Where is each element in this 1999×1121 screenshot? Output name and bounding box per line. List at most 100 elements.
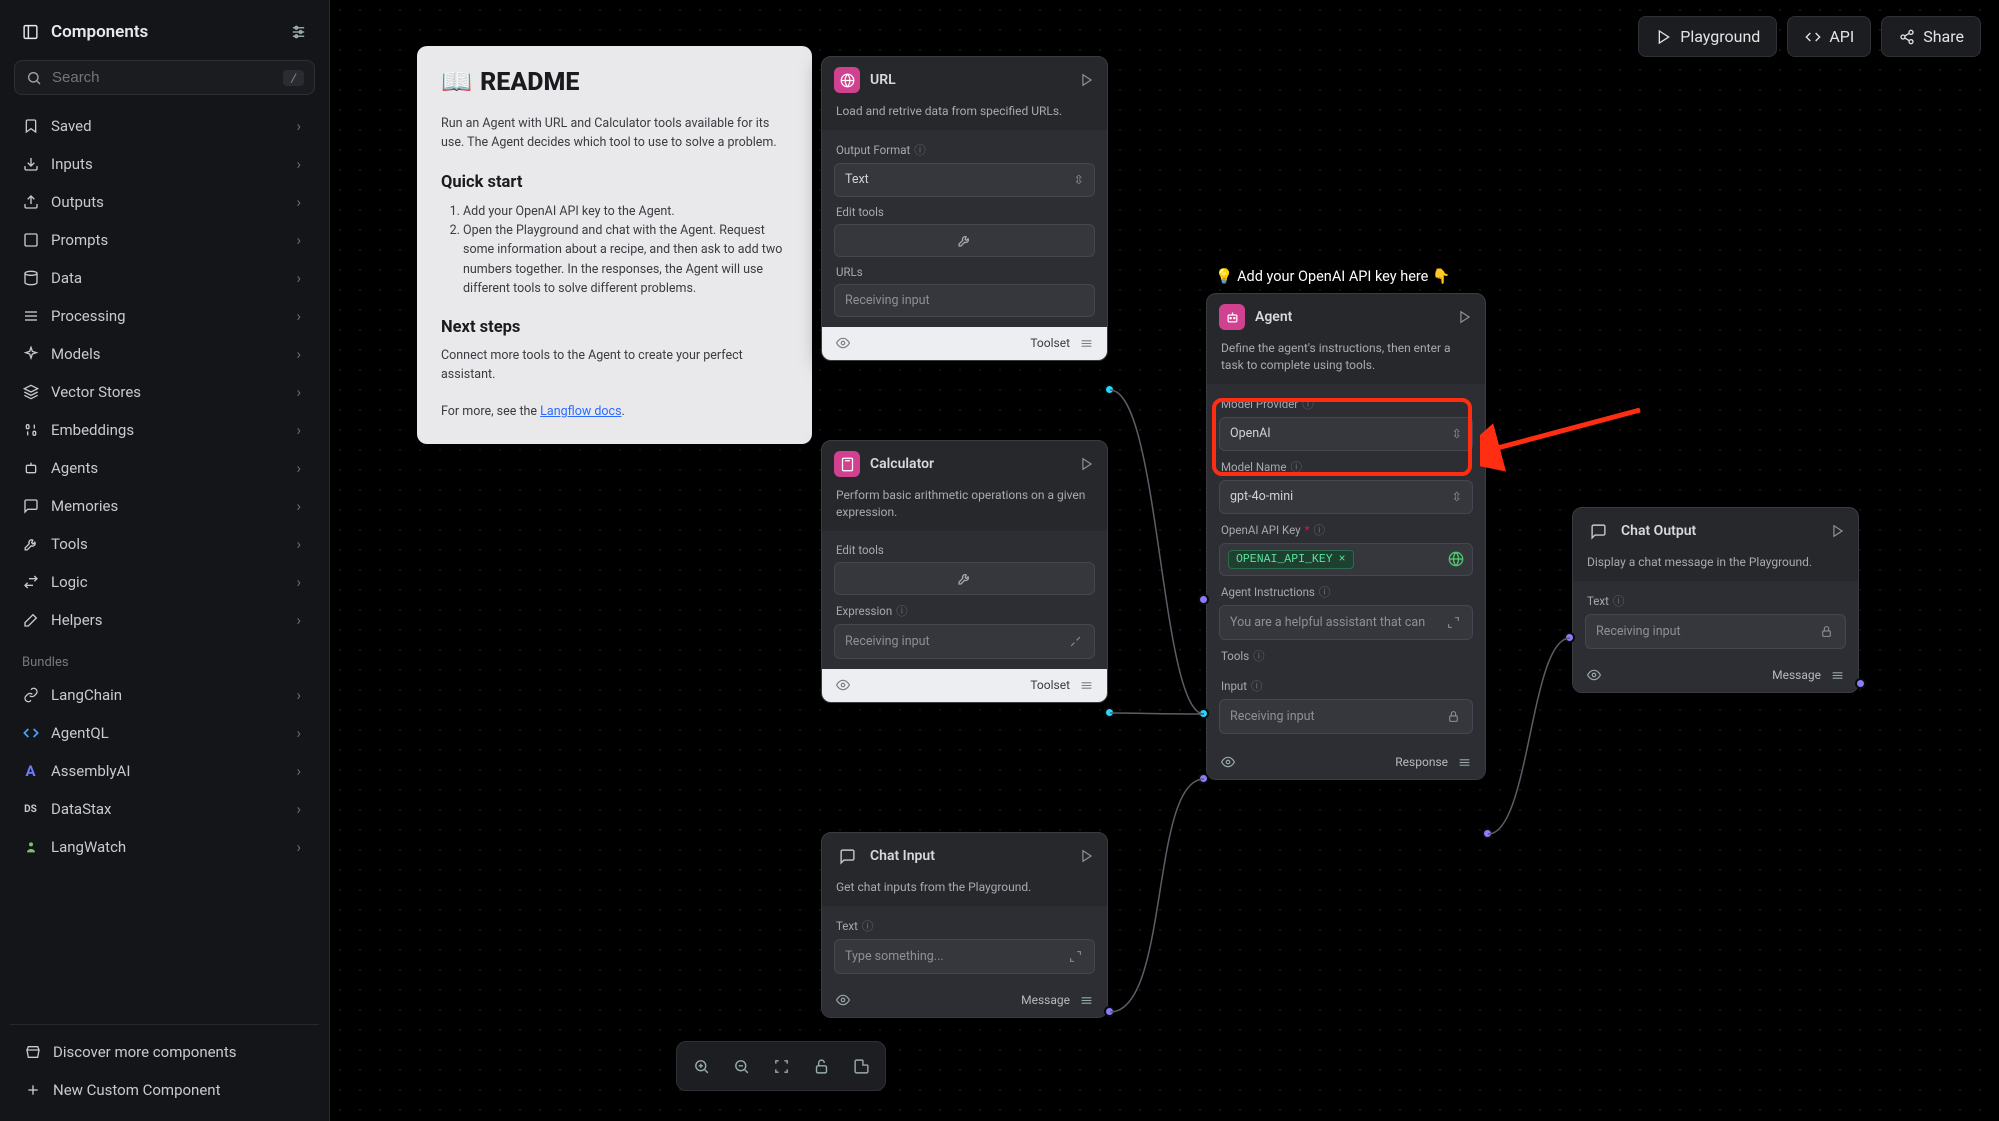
port-out[interactable] bbox=[1104, 384, 1115, 395]
sidebar-item-agents[interactable]: Agents› bbox=[10, 449, 313, 487]
chevron-right-icon: › bbox=[296, 497, 301, 515]
sidebar-item-data[interactable]: Data› bbox=[10, 259, 313, 297]
sliders-icon[interactable] bbox=[1829, 667, 1846, 684]
lock-button[interactable] bbox=[803, 1048, 839, 1084]
calculator-node[interactable]: Calculator Perform basic arithmetic oper… bbox=[821, 440, 1108, 703]
output-format-select[interactable]: Text ⇳ bbox=[834, 163, 1095, 197]
agent-node[interactable]: Agent Define the agent's instructions, t… bbox=[1206, 293, 1486, 780]
bundles-label: Bundles bbox=[10, 639, 313, 676]
run-icon[interactable] bbox=[1078, 456, 1095, 473]
run-icon[interactable] bbox=[1078, 72, 1095, 89]
sliders-icon[interactable] bbox=[1078, 992, 1095, 1009]
port-out[interactable] bbox=[1104, 707, 1115, 718]
urls-input[interactable]: Receiving input bbox=[834, 284, 1095, 317]
port-out[interactable] bbox=[1104, 1006, 1115, 1017]
discover-more[interactable]: Discover more components bbox=[12, 1033, 317, 1071]
sidebar-item-outputs[interactable]: Outputs› bbox=[10, 183, 313, 221]
upload-icon bbox=[22, 194, 39, 211]
chat-text-input[interactable]: Type something... bbox=[834, 939, 1095, 974]
zoom-in-button[interactable] bbox=[683, 1048, 719, 1084]
sidebar-item-helpers[interactable]: Helpers› bbox=[10, 601, 313, 639]
share-button[interactable]: Share bbox=[1881, 16, 1981, 57]
sidebar-item-tools[interactable]: Tools› bbox=[10, 525, 313, 563]
langflow-docs-link[interactable]: Langflow docs bbox=[540, 404, 621, 419]
edit-tools-button[interactable] bbox=[834, 562, 1095, 595]
search-input-wrap[interactable]: / bbox=[14, 60, 315, 95]
run-icon[interactable] bbox=[1456, 309, 1473, 326]
model-provider-select[interactable]: OpenAI ⇳ bbox=[1219, 417, 1473, 451]
edit-tools-button[interactable] bbox=[834, 224, 1095, 257]
chevron-right-icon: › bbox=[296, 762, 301, 780]
port-in[interactable] bbox=[1198, 773, 1209, 784]
swap-icon bbox=[22, 574, 39, 591]
eye-icon[interactable] bbox=[1585, 667, 1602, 684]
sidebar-item-memories[interactable]: Memories› bbox=[10, 487, 313, 525]
watchman-icon bbox=[22, 839, 39, 856]
bundle-item-langwatch[interactable]: LangWatch› bbox=[10, 828, 313, 866]
sidebar-item-vector-stores[interactable]: Vector Stores› bbox=[10, 373, 313, 411]
api-key-input[interactable]: OPENAI_API_KEY× bbox=[1219, 543, 1473, 576]
port-in[interactable] bbox=[1198, 594, 1209, 605]
globe-icon[interactable] bbox=[1447, 551, 1464, 568]
port-in[interactable] bbox=[1564, 632, 1575, 643]
book-icon: 📖 bbox=[441, 68, 472, 97]
chat-icon bbox=[839, 848, 856, 865]
wand-icon bbox=[22, 612, 39, 629]
info-icon: ⓘ bbox=[1251, 678, 1263, 694]
sliders-icon[interactable] bbox=[1078, 335, 1095, 352]
agent-instructions-input[interactable]: You are a helpful assistant that can bbox=[1219, 605, 1473, 640]
fit-view-button[interactable] bbox=[763, 1048, 799, 1084]
chevron-right-icon: › bbox=[296, 535, 301, 553]
expand-icon[interactable] bbox=[1067, 633, 1084, 650]
chat-input-node[interactable]: Chat Input Get chat inputs from the Play… bbox=[821, 832, 1108, 1018]
bundle-item-agentql[interactable]: AgentQL› bbox=[10, 714, 313, 752]
playground-button[interactable]: Playground bbox=[1638, 16, 1777, 57]
readme-node[interactable]: 📖README Run an Agent with URL and Calcul… bbox=[417, 46, 812, 444]
x-icon[interactable]: × bbox=[1339, 553, 1346, 566]
sidebar-item-processing[interactable]: Processing› bbox=[10, 297, 313, 335]
expression-input[interactable]: Receiving input bbox=[834, 624, 1095, 659]
sidebar-item-prompts[interactable]: Prompts› bbox=[10, 221, 313, 259]
canvas[interactable]: Playground API Share 📖README Run an Agen… bbox=[330, 0, 1999, 1121]
chat-output-node[interactable]: Chat Output Display a chat message in th… bbox=[1572, 507, 1859, 693]
zoom-out-button[interactable] bbox=[723, 1048, 759, 1084]
sidebar-item-logic[interactable]: Logic› bbox=[10, 563, 313, 601]
info-icon: ⓘ bbox=[862, 918, 874, 934]
output-text-input[interactable]: Receiving input bbox=[1585, 614, 1846, 649]
eye-icon[interactable] bbox=[1219, 754, 1236, 771]
port-out[interactable] bbox=[1855, 678, 1866, 689]
bundle-item-langchain[interactable]: LangChain› bbox=[10, 676, 313, 714]
sidebar-item-saved[interactable]: Saved› bbox=[10, 107, 313, 145]
bundle-item-assemblyai[interactable]: AAssemblyAI› bbox=[10, 752, 313, 790]
binary-icon bbox=[22, 422, 39, 439]
eye-icon[interactable] bbox=[834, 992, 851, 1009]
search-input[interactable] bbox=[52, 69, 273, 86]
agent-input[interactable]: Receiving input bbox=[1219, 699, 1473, 734]
model-name-select[interactable]: gpt-4o-mini ⇳ bbox=[1219, 480, 1473, 514]
chevron-right-icon: › bbox=[296, 724, 301, 742]
port-out[interactable] bbox=[1482, 828, 1493, 839]
url-node[interactable]: URL Load and retrive data from specified… bbox=[821, 56, 1108, 361]
hint-label: 💡Add your OpenAI API key here👇 bbox=[1215, 268, 1450, 285]
sidebar-item-embeddings[interactable]: Embeddings› bbox=[10, 411, 313, 449]
search-icon bbox=[25, 69, 42, 86]
api-button[interactable]: API bbox=[1787, 16, 1871, 57]
new-custom-component[interactable]: New Custom Component bbox=[12, 1071, 317, 1109]
sliders-icon[interactable] bbox=[1078, 677, 1095, 694]
download-icon bbox=[22, 156, 39, 173]
run-icon[interactable] bbox=[1829, 523, 1846, 540]
eye-icon[interactable] bbox=[834, 335, 851, 352]
eye-icon[interactable] bbox=[834, 677, 851, 694]
sidebar-item-models[interactable]: Models› bbox=[10, 335, 313, 373]
sidebar-item-inputs[interactable]: Inputs› bbox=[10, 145, 313, 183]
a-icon: A bbox=[22, 763, 39, 780]
fullscreen-icon[interactable] bbox=[1445, 614, 1462, 631]
run-icon[interactable] bbox=[1078, 848, 1095, 865]
bundle-item-datastax[interactable]: DSDataStax› bbox=[10, 790, 313, 828]
sliders-icon[interactable] bbox=[1456, 754, 1473, 771]
bookmark-icon bbox=[22, 118, 39, 135]
port-in[interactable] bbox=[1198, 708, 1209, 719]
note-button[interactable] bbox=[843, 1048, 879, 1084]
fullscreen-icon[interactable] bbox=[1067, 948, 1084, 965]
settings-icon[interactable] bbox=[290, 24, 307, 41]
